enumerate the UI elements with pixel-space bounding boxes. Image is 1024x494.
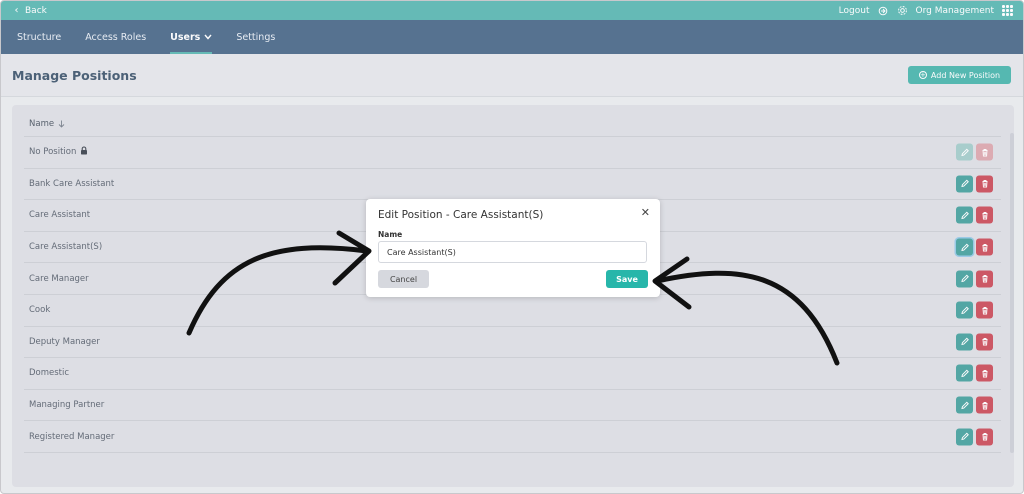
edit-position-modal: Edit Position - Care Assistant(S) ✕ Name… [366,199,660,297]
cancel-button[interactable]: Cancel [378,270,429,288]
modal-title: Edit Position - Care Assistant(S) [378,209,544,221]
app-window: ‹ Back Logout Org Management Structure A… [0,0,1024,494]
close-icon[interactable]: ✕ [641,206,650,219]
save-button[interactable]: Save [606,270,648,288]
position-name-input[interactable] [378,241,647,263]
name-field-label: Name [378,230,403,239]
